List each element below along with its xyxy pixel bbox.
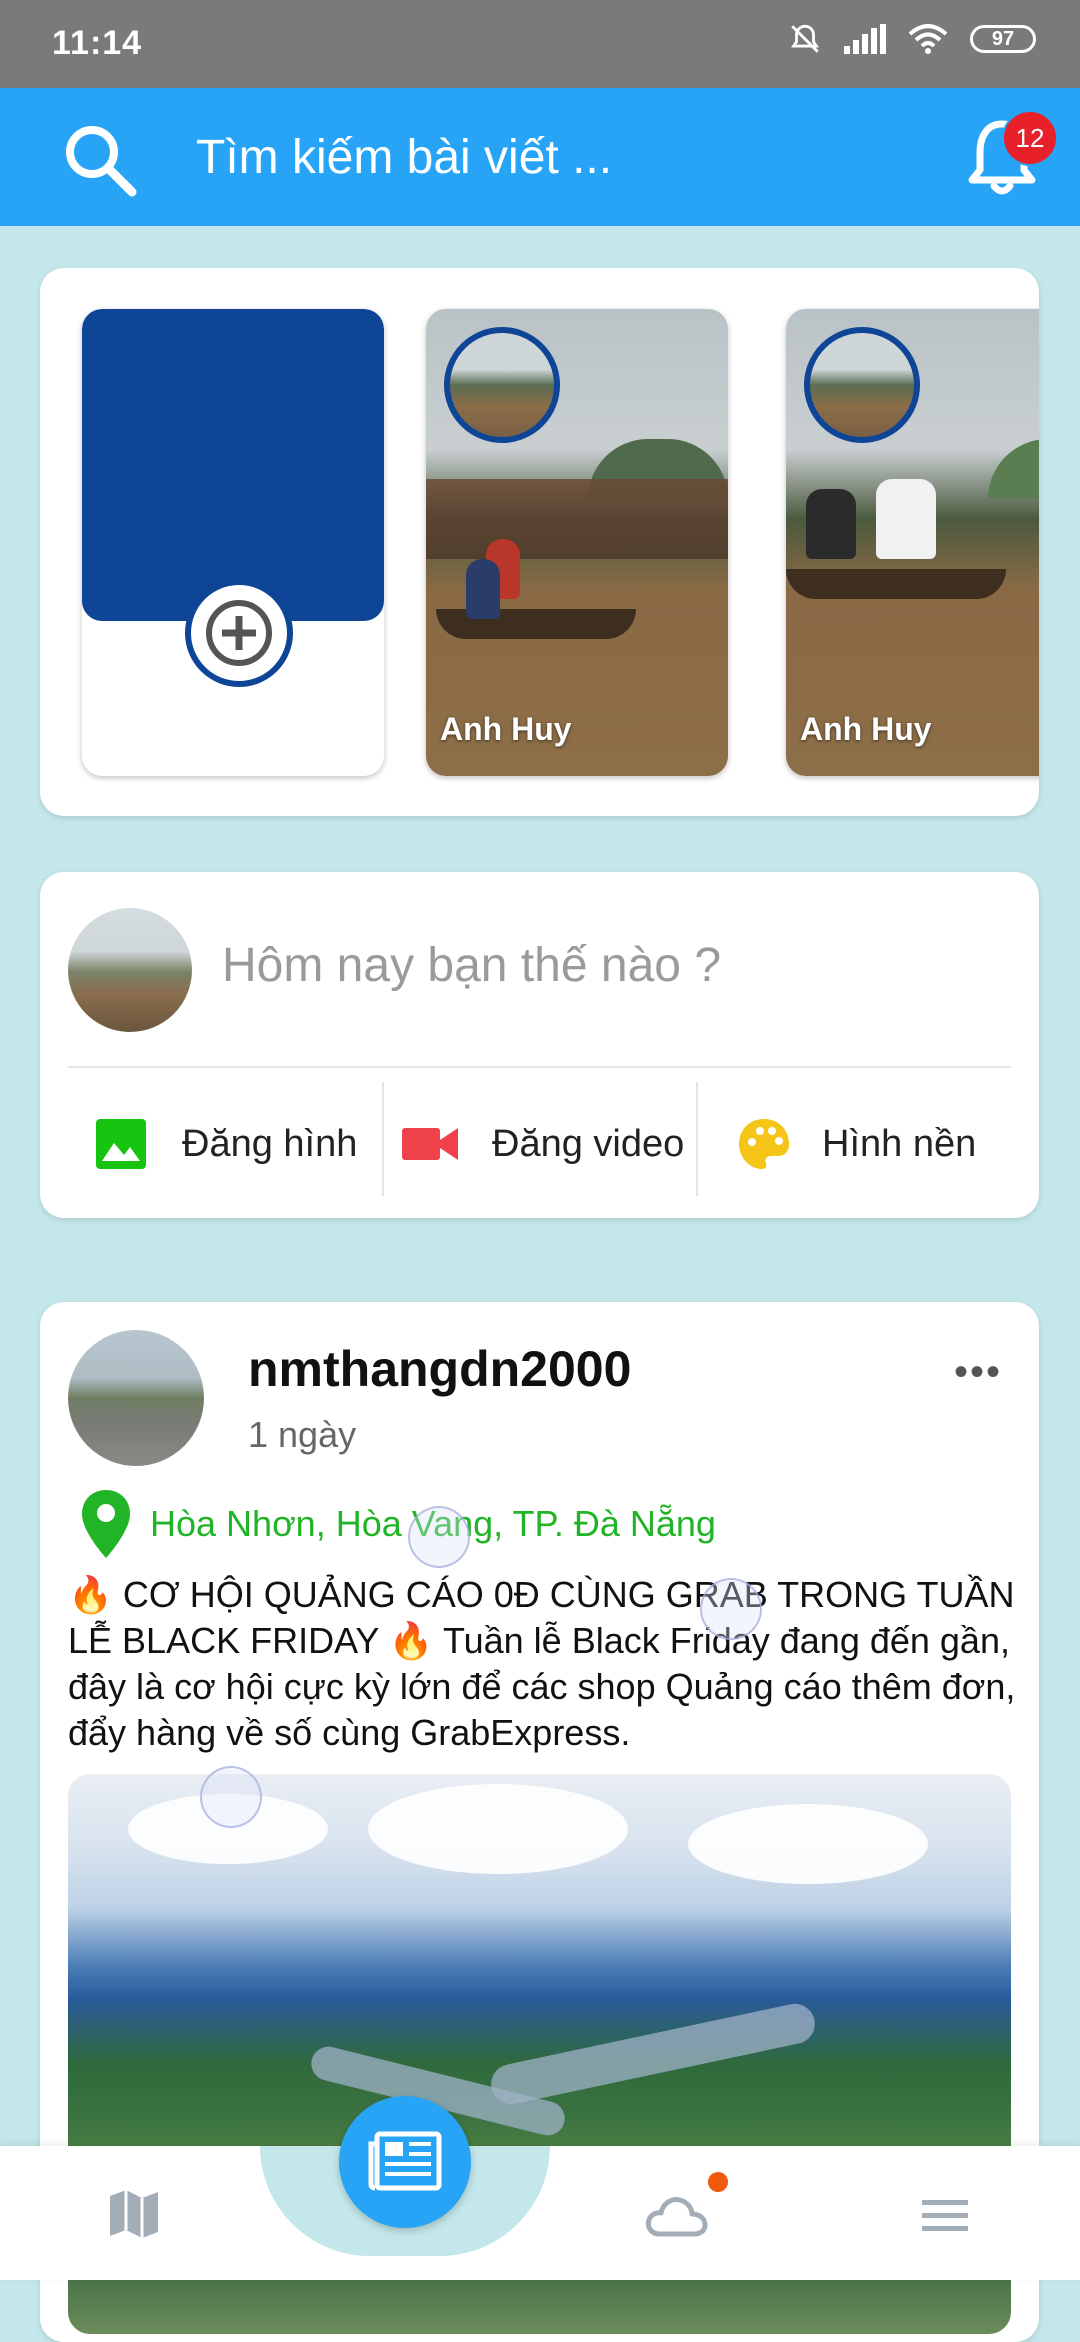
- cloud-icon: [645, 2197, 708, 2237]
- story-item[interactable]: Anh Huy: [426, 309, 728, 776]
- user-avatar[interactable]: [68, 908, 192, 1032]
- image-cloud: [688, 1804, 928, 1884]
- weather-tab[interactable]: [644, 2194, 708, 2243]
- newspaper-icon: [368, 2131, 442, 2191]
- background-button[interactable]: Hình nền: [736, 1088, 1026, 1200]
- post-video-button[interactable]: Đăng video: [402, 1088, 702, 1200]
- weather-notification-dot: [708, 2172, 728, 2192]
- battery-indicator: 97: [970, 25, 1036, 53]
- stories-card: Anh Huy Anh Huy: [40, 268, 1039, 816]
- mute-icon: [791, 24, 819, 53]
- story-image-boat: [786, 569, 1006, 599]
- map-icon: [110, 2190, 158, 2238]
- composer-card: Hôm nay bạn thế nào ? Đăng hình Đăng vid…: [40, 872, 1039, 1218]
- image-icon: [96, 1119, 146, 1169]
- news-feed-button[interactable]: [339, 2096, 471, 2228]
- video-camera-icon: [402, 1128, 458, 1160]
- story-item[interactable]: Anh Huy: [786, 309, 1039, 776]
- search-icon[interactable]: [62, 122, 138, 198]
- status-icons: 97: [788, 22, 1036, 56]
- menu-icon: [922, 2200, 968, 2231]
- image-river: [487, 2000, 819, 2108]
- story-image-person: [466, 559, 500, 619]
- add-story-cover: [82, 309, 384, 621]
- search-input[interactable]: Tìm kiếm bài viết ...: [196, 130, 612, 185]
- post-image-button[interactable]: Đăng hình: [94, 1088, 394, 1200]
- action-divider: [382, 1082, 384, 1196]
- post-author-avatar[interactable]: [68, 1330, 204, 1466]
- post-image-label: Đăng hình: [182, 1122, 358, 1165]
- add-icon[interactable]: [185, 579, 293, 687]
- wifi-icon: [908, 24, 948, 54]
- app-bar: Tìm kiếm bài viết ... 12: [0, 88, 1080, 226]
- composer-divider: [68, 1066, 1011, 1068]
- composer-prompt[interactable]: Hôm nay bạn thế nào ?: [222, 938, 721, 993]
- story-image-house: [426, 479, 728, 559]
- post-time: 1 ngày: [248, 1414, 357, 1455]
- post-text: 🔥 CƠ HỘI QUẢNG CÁO 0Đ CÙNG GRAB TRONG TU…: [68, 1574, 1016, 1753]
- story-avatar: [804, 327, 920, 443]
- story-image-person: [806, 489, 856, 559]
- map-tab[interactable]: [108, 2188, 160, 2245]
- image-cloud: [368, 1784, 628, 1874]
- add-story-button[interactable]: [82, 309, 384, 776]
- story-avatar: [444, 327, 560, 443]
- status-time: 11:14: [52, 24, 143, 62]
- notification-badge: 12: [1002, 110, 1058, 166]
- more-options-icon[interactable]: •••: [954, 1350, 1002, 1395]
- touch-indicator: [200, 1766, 262, 1828]
- post-location[interactable]: Hòa Nhơn, Hòa Vang, TP. Đà Nẵng: [80, 1488, 716, 1560]
- location-pin-icon: [82, 1490, 130, 1558]
- post-author-name[interactable]: nmthangdn2000: [248, 1340, 631, 1398]
- action-divider: [696, 1082, 698, 1196]
- palette-icon: [739, 1119, 789, 1169]
- touch-indicator: [700, 1578, 762, 1640]
- story-author: Anh Huy: [440, 711, 572, 747]
- menu-tab[interactable]: [920, 2198, 970, 2239]
- signal-icon: [844, 24, 886, 54]
- post-video-label: Đăng video: [492, 1122, 685, 1165]
- touch-indicator: [408, 1506, 470, 1568]
- story-image-trees: [988, 439, 1039, 499]
- story-image-person: [876, 479, 936, 559]
- story-author: Anh Huy: [800, 711, 932, 747]
- background-label: Hình nền: [822, 1122, 977, 1165]
- status-bar: 11:14 97: [0, 0, 1080, 88]
